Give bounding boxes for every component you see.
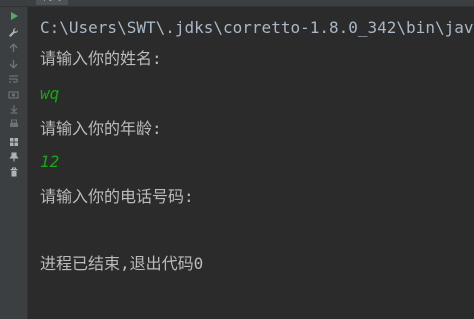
prompt-name: 请输入你的姓名: (40, 49, 162, 68)
console-output[interactable]: C:\Users\SWT\.jdks\corretto-1.8.0_342\bi… (28, 7, 474, 319)
trash-icon[interactable] (0, 165, 27, 179)
console-toolbar (0, 7, 28, 319)
arrow-up-icon[interactable] (0, 41, 27, 55)
scroll-to-end-icon[interactable] (0, 102, 27, 116)
pin-icon[interactable] (0, 150, 27, 164)
run-tool-window-header: 代码 (0, 0, 474, 7)
print-icon[interactable] (0, 117, 27, 131)
input-age: 12 (40, 152, 60, 171)
camera-icon[interactable] (0, 87, 27, 101)
rerun-icon[interactable] (0, 9, 27, 23)
java-command-line: C:\Users\SWT\.jdks\corretto-1.8.0_342\bi… (40, 18, 474, 37)
wrench-icon[interactable] (0, 25, 27, 39)
arrow-down-icon[interactable] (0, 57, 27, 71)
run-tab[interactable]: 代码 (36, 0, 68, 5)
soft-wrap-icon[interactable] (0, 72, 27, 86)
input-name: wq (40, 84, 60, 103)
layout-icon[interactable] (0, 135, 27, 149)
prompt-age: 请输入你的年龄: (40, 119, 162, 138)
process-exit-message: 进程已结束,退出代码0 (40, 254, 204, 273)
prompt-phone: 请输入你的电话号码: (40, 187, 194, 206)
